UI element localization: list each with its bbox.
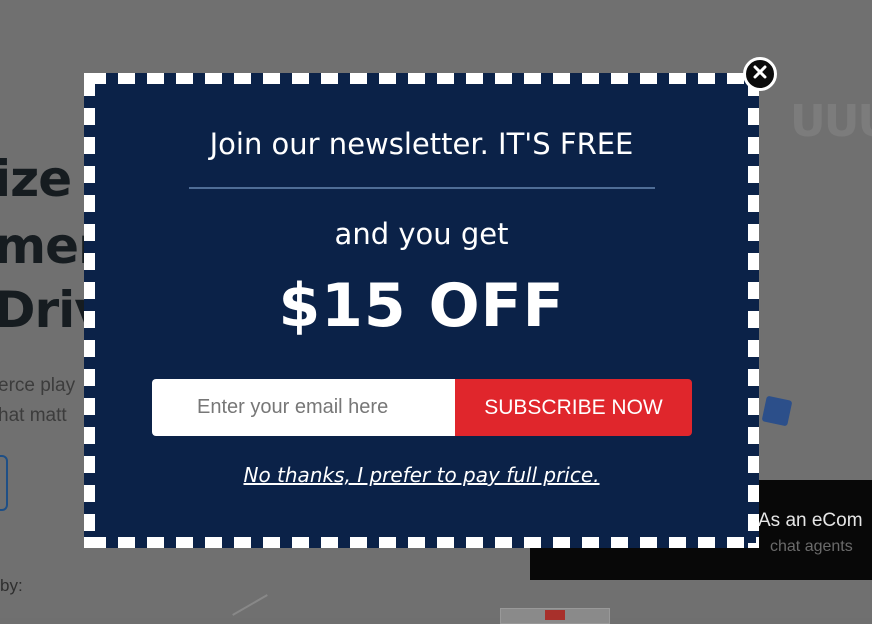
background-badge-mark (545, 610, 565, 620)
background-logo: UUU (790, 96, 872, 147)
close-icon (753, 65, 767, 84)
email-input[interactable]: Enter your email here (152, 379, 455, 436)
email-placeholder: Enter your email here (197, 396, 389, 418)
background-paragraph-line-2: hat matt (0, 405, 67, 426)
newsletter-popup: Join our newsletter. IT'S FREE and you g… (84, 73, 759, 548)
video-caption-2: chat agents (770, 538, 853, 555)
background-trusted-by: by: (0, 576, 23, 595)
background-cube-icon (761, 395, 793, 427)
background-decoration (232, 594, 268, 616)
popup-border-bottom (84, 537, 759, 548)
background-paragraph-line-1: erce play (0, 375, 76, 396)
subscribe-button[interactable]: SUBSCRIBE NOW (455, 379, 692, 436)
popup-divider (189, 187, 655, 189)
popup-offer: $15 OFF (278, 271, 565, 341)
video-caption: As an eCom (758, 510, 863, 531)
popup-border-top (84, 73, 759, 84)
close-button[interactable] (743, 57, 777, 91)
popup-title: Join our newsletter. IT'S FREE (209, 127, 634, 161)
decline-link[interactable]: No thanks, I prefer to pay full price. (84, 463, 759, 487)
popup-subtitle: and you get (334, 217, 509, 251)
background-button (0, 455, 8, 511)
